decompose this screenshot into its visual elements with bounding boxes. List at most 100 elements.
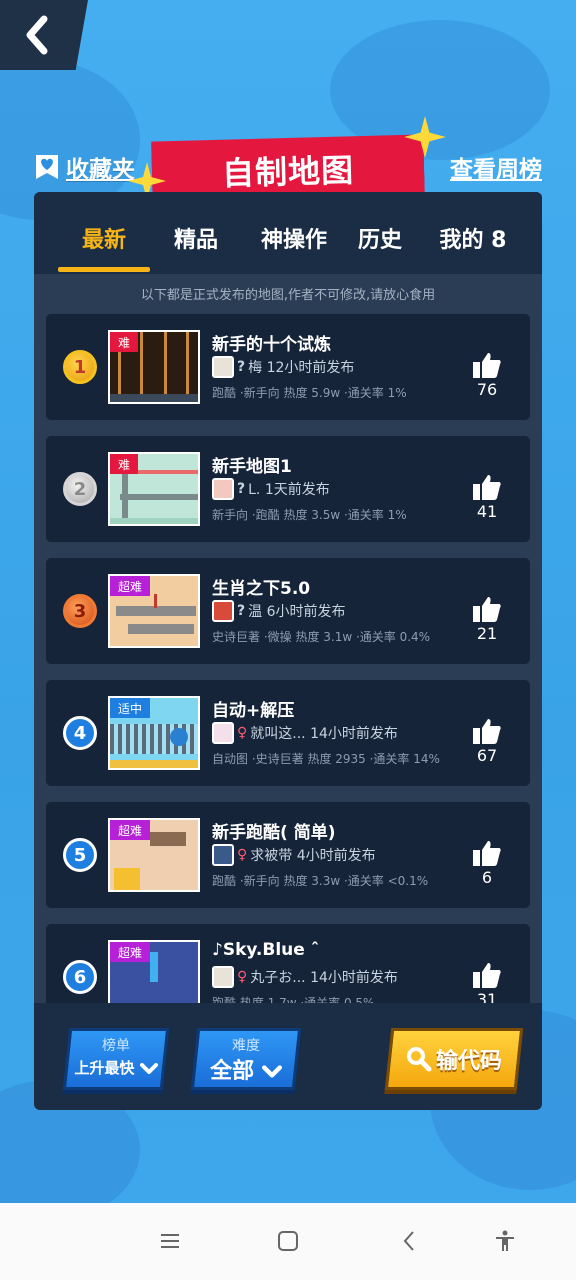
tab-skilled[interactable]: 神操作 [246,222,342,262]
difficulty-value-text: 全部 [210,1059,255,1084]
avatar [212,844,234,866]
rank-badge: 2 [63,472,97,506]
author-time: 就叫这... 14小时前发布 [250,726,398,742]
active-tab-indicator [58,267,150,272]
heart-bookmark-icon [36,155,58,179]
thumbs-up-icon [473,719,501,744]
map-card[interactable]: 4 适中 自动+解压 ♀ 就叫这... 14小时前发布 自动图 ·史诗巨著 热度… [46,680,530,786]
gender-icon: ♀ [237,969,248,985]
back-button[interactable] [0,0,88,70]
map-card[interactable]: 5 超难 新手跑酷( 简单) ♀ 求被带 4小时前发布 跑酷 ·新手向 热度 3… [46,802,530,908]
accessibility-icon[interactable] [493,1229,517,1253]
map-meta: 新手向 ·跑酷 热度 3.5w ·通关率 1% [212,508,407,522]
map-thumbnail: 超难 [108,574,200,648]
rank-badge: 6 [63,960,97,994]
author-row: ♀ 丸子お... 14小时前发布 [212,966,398,988]
enter-code-label: 输代码 [435,1049,502,1074]
map-title: 新手地图1 [212,457,292,477]
map-meta: 跑酷 ·新手向 热度 3.3w ·通关率 <0.1% [212,874,429,888]
map-thumbnail: 超难 [108,940,200,1003]
difficulty-dropdown[interactable]: 难度 全部 [190,1028,302,1090]
map-thumbnail: 适中 [108,696,200,770]
rank-badge: 5 [63,838,97,872]
map-meta: 史诗巨著 ·微操 热度 3.1w ·通关率 0.4% [212,630,431,644]
thumbs-up-icon [473,353,501,378]
chevron-down-icon [261,1065,282,1078]
map-card[interactable]: 2 难 新手地图1 ? L. 1天前发布 新手向 ·跑酷 热度 3.5w ·通关… [46,436,530,542]
map-card[interactable]: 3 超难 生肖之下5.0 ? 温 6小时前发布 史诗巨著 ·微操 热度 3.1w… [46,558,530,664]
gender-icon: ? [237,359,246,375]
gender-icon: ? [237,481,246,497]
tab-mine[interactable]: 我的 8 [430,222,516,262]
thumbs-up-icon [473,841,501,866]
map-list-panel: 最新 精品 神操作 历史 我的 8 以下都是正式发布的地图,作者不可修改,请放心… [34,192,542,1110]
thumbs-up-icon [473,963,501,988]
difficulty-value: 全部 [197,1053,295,1085]
author-time: L. 1天前发布 [248,482,330,498]
chevron-down-icon [139,1062,158,1074]
map-thumbnail: 难 [108,452,200,526]
map-title: 生肖之下5.0 [212,579,311,599]
map-title: 自动+解压 [212,701,295,721]
like-count: 41 [476,502,498,521]
home-icon[interactable] [276,1229,300,1253]
chevron-left-icon [26,15,48,55]
map-meta: 跑酷 ·新手向 热度 5.9w ·通关率 1% [212,386,407,400]
avatar [212,600,234,622]
author-row: ♀ 求被带 4小时前发布 [212,844,376,866]
author-time: 丸子お... 14小时前发布 [250,970,398,986]
tab-history[interactable]: 历史 [348,222,412,262]
author-time: 温 6小时前发布 [248,604,346,620]
map-thumbnail: 难 [108,330,200,404]
difficulty-badge: 难 [110,332,139,352]
difficulty-badge: 难 [110,454,139,474]
weekly-ranking-link[interactable]: 查看周榜 [450,150,542,184]
author-time: 求被带 4小时前发布 [250,848,376,864]
map-card[interactable]: 6 超难 ♪Sky.Blue ˆ ♀ 丸子お... 14小时前发布 跑酷 热度 … [46,924,530,1003]
favorites-link[interactable]: 收藏夹 [34,150,135,184]
like-count: 31 [476,990,498,1003]
map-card[interactable]: 1 难 新手的十个试炼 ? 梅 12小时前发布 跑酷 ·新手向 热度 5.9w … [46,314,530,420]
sparkle-star-icon [404,116,446,158]
map-thumbnail: 超难 [108,818,200,892]
like-count: 21 [476,624,498,643]
like-button[interactable]: 76 [470,352,504,399]
author-row: ? 梅 12小时前发布 [212,356,354,378]
tab-latest[interactable]: 最新 [58,222,150,262]
gender-icon: ? [237,603,246,619]
thumbs-up-icon [473,597,501,622]
gender-icon: ♀ [237,847,248,863]
page-title: 自制地图 [221,151,355,193]
avatar [212,966,234,988]
ranking-dropdown[interactable]: 榜单 上升最快 [62,1028,170,1090]
difficulty-badge: 超难 [110,820,151,840]
ranking-caption: 榜单 [102,1038,130,1054]
difficulty-badge: 超难 [110,942,151,962]
back-nav-icon[interactable] [398,1229,422,1253]
difficulty-badge: 超难 [110,576,151,596]
thumbs-up-icon [473,475,501,500]
favorites-label: 收藏夹 [66,157,135,183]
like-count: 67 [476,746,498,765]
rank-badge: 4 [63,716,97,750]
tab-featured[interactable]: 精品 [158,222,234,262]
like-button[interactable]: 31 [470,962,504,1003]
map-title: ♪Sky.Blue ˆ [212,940,320,960]
author-row: ? 温 6小时前发布 [212,600,345,622]
like-button[interactable]: 6 [470,840,504,887]
like-button[interactable]: 67 [470,718,504,765]
enter-code-button[interactable]: 输代码 [384,1028,524,1090]
menu-icon[interactable] [158,1229,182,1253]
avatar [212,356,234,378]
author-time: 梅 12小时前发布 [248,360,355,376]
avatar [212,722,234,744]
map-title: 新手跑酷( 简单) [212,823,336,843]
map-list[interactable]: 以下都是正式发布的地图,作者不可修改,请放心食用 1 难 新手的十个试炼 ? 梅… [34,274,542,1003]
map-title: 新手的十个试炼 [212,335,331,355]
ranking-value-text: 上升最快 [74,1059,135,1077]
rank-badge: 3 [63,594,97,628]
map-meta: 跑酷 热度 1.7w ·通关率 0.5% [212,996,375,1003]
like-button[interactable]: 41 [470,474,504,521]
like-button[interactable]: 21 [470,596,504,643]
author-row: ♀ 就叫这... 14小时前发布 [212,722,398,744]
